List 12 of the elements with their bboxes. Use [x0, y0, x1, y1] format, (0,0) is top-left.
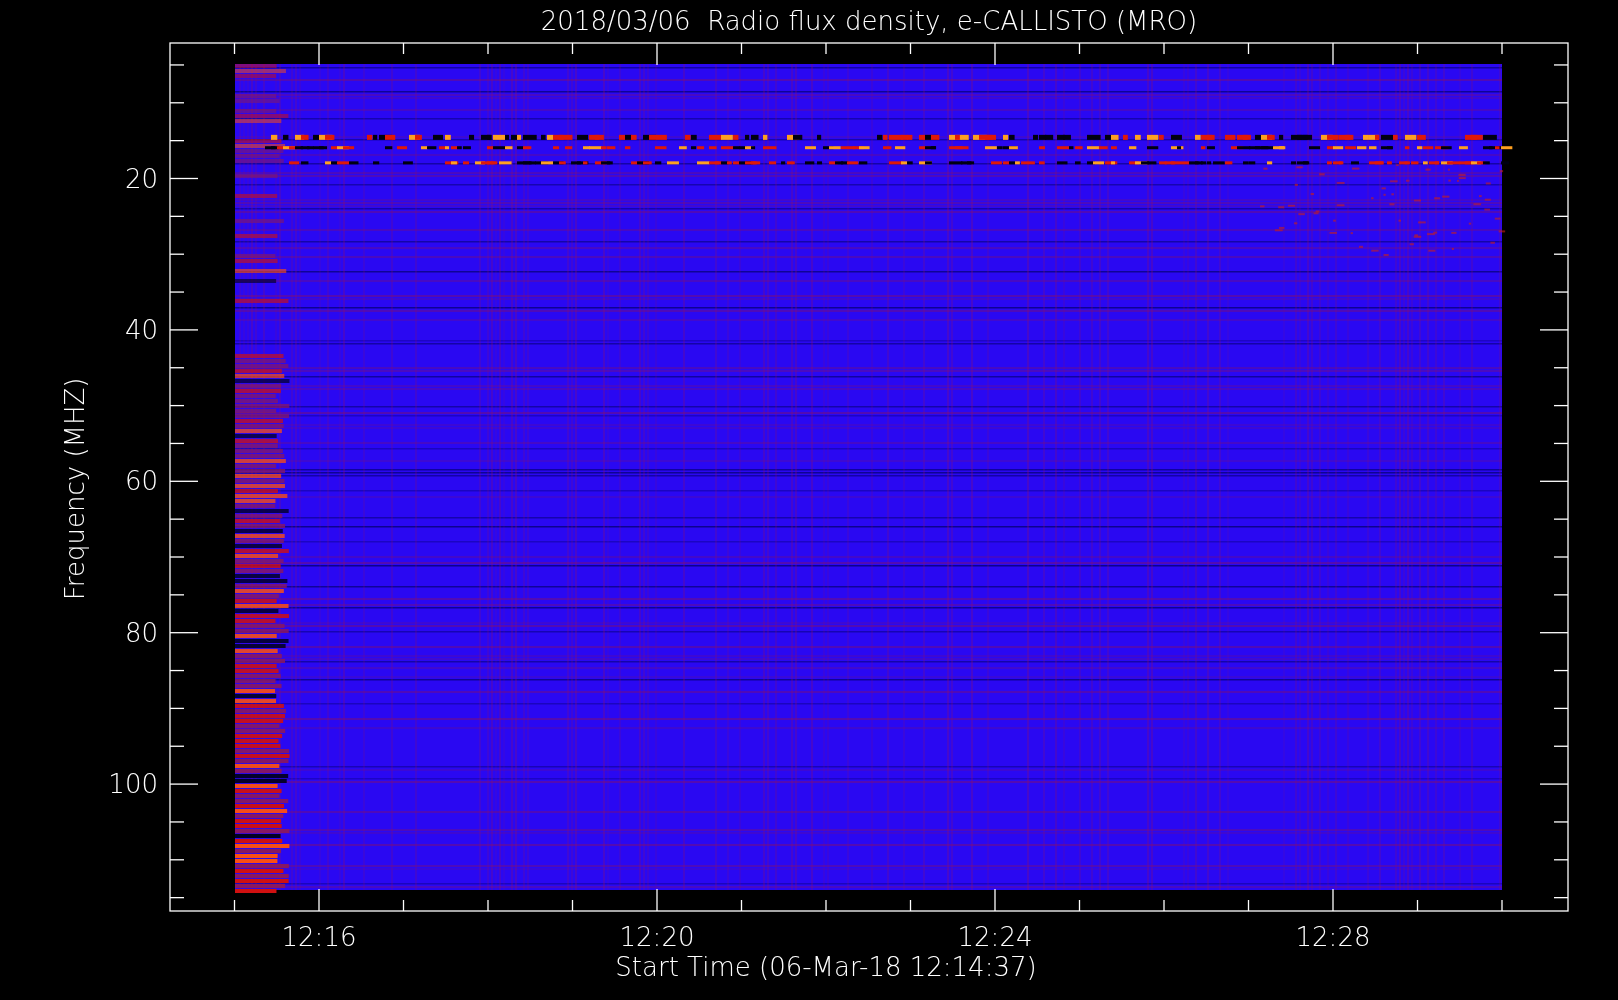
y-tick-label: 40 — [124, 314, 158, 345]
x-tick-label: 12:28 — [1295, 922, 1371, 952]
x-axis-label: Start Time (06-Mar-18 12:14:37) — [615, 952, 1037, 982]
x-tick-label: 12:16 — [281, 922, 357, 952]
y-axis-label: Frequency (MHZ) — [60, 377, 90, 601]
y-tick-label: 20 — [124, 163, 158, 194]
y-tick-label: 100 — [108, 769, 158, 800]
x-tick-label: 12:20 — [619, 922, 695, 952]
x-tick-label: 12:24 — [957, 922, 1033, 952]
y-tick-label: 80 — [124, 617, 158, 648]
chart-title: 2018/03/06 Radio flux density, e-CALLISTO (MRO) — [540, 6, 1198, 36]
y-tick-label: 60 — [124, 466, 158, 497]
